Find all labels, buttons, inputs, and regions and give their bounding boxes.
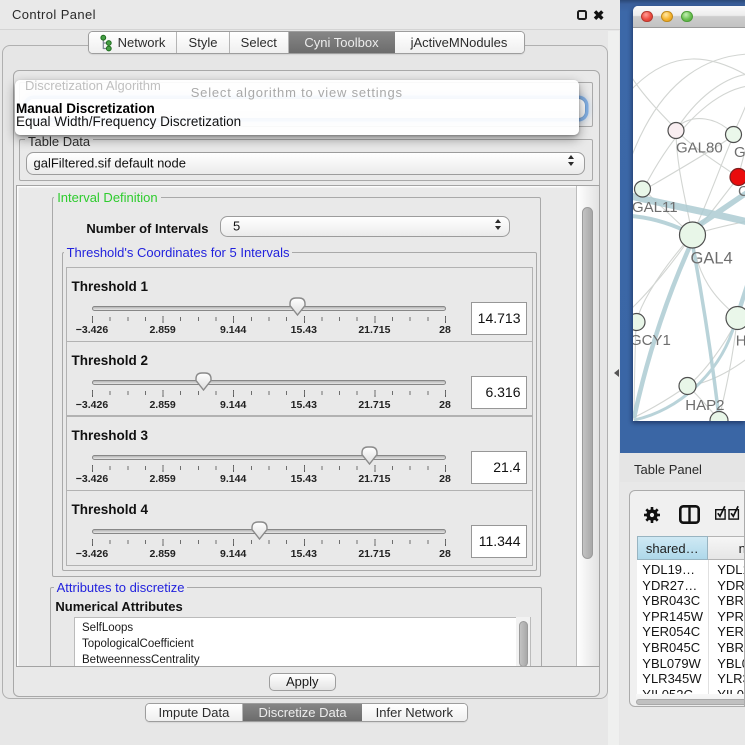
svg-text:GAL4: GAL4 — [690, 250, 732, 268]
svg-text:HIS: HIS — [735, 333, 745, 350]
svg-text:CLN: CLN — [738, 183, 745, 200]
svg-text:GCY1: GCY1 — [633, 332, 671, 349]
svg-text:HAP2: HAP2 — [685, 397, 724, 414]
svg-text:GAL1: GAL1 — [734, 144, 745, 161]
svg-text:GAL80: GAL80 — [676, 140, 723, 157]
svg-text:GAL11: GAL11 — [633, 199, 678, 216]
